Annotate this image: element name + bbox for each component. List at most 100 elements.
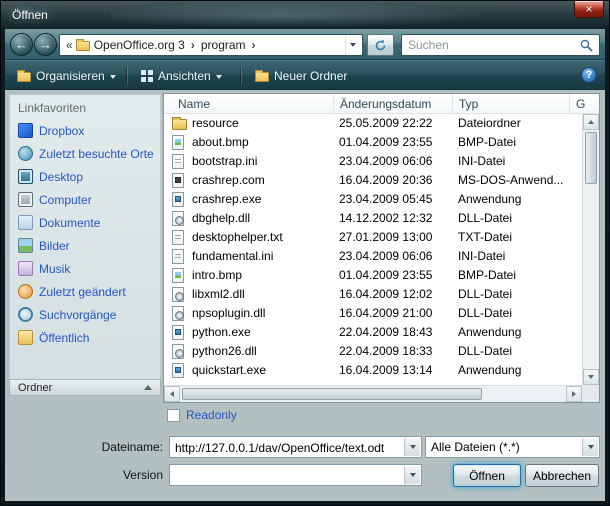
sidebar-item-searches[interactable]: Suchvorgänge bbox=[10, 303, 160, 326]
sidebar-item-changed[interactable]: Zuletzt geändert bbox=[10, 280, 160, 303]
views-grid-icon bbox=[141, 70, 153, 82]
back-button[interactable]: ← bbox=[10, 33, 33, 56]
triangle-down-icon bbox=[588, 375, 594, 379]
search-box[interactable] bbox=[401, 34, 600, 56]
version-dropdown-button[interactable] bbox=[404, 466, 420, 484]
file-row[interactable]: quickstart.exe 16.04.2009 13:14 Anwendun… bbox=[164, 361, 582, 380]
sidebar-item-public[interactable]: Öffentlich bbox=[10, 326, 160, 349]
breadcrumb-separator-icon[interactable]: › bbox=[189, 38, 197, 52]
sidebar-item-desktop[interactable]: Desktop bbox=[10, 165, 160, 188]
vertical-scroll-thumb[interactable] bbox=[585, 132, 597, 184]
sidebar-item-label: Musik bbox=[39, 262, 70, 276]
file-row[interactable]: libxml2.dll 16.04.2009 12:02 DLL-Datei bbox=[164, 285, 582, 304]
sidebar-item-music[interactable]: Musik bbox=[10, 257, 160, 280]
sidebar-item-pictures[interactable]: Bilder bbox=[10, 234, 160, 257]
vertical-scrollbar[interactable] bbox=[582, 114, 599, 385]
scroll-left-button[interactable] bbox=[164, 386, 180, 402]
views-button[interactable]: Ansichten bbox=[133, 65, 230, 87]
sidebar: Linkfavoriten Dropbox Zuletzt besuchte O… bbox=[9, 94, 161, 396]
organize-button[interactable]: Organisieren bbox=[9, 65, 124, 87]
version-select[interactable] bbox=[169, 464, 422, 486]
file-date: 16.04.2009 13:14 bbox=[339, 363, 432, 377]
organize-folder-icon bbox=[17, 72, 31, 82]
filename-input[interactable] bbox=[175, 440, 403, 455]
file-row[interactable]: python26.dll 22.04.2009 18:33 DLL-Datei bbox=[164, 342, 582, 361]
file-row[interactable]: about.bmp 01.04.2009 23:55 BMP-Datei bbox=[164, 133, 582, 152]
forward-button[interactable]: → bbox=[34, 33, 57, 56]
toolbar: Organisieren Ansichten Neuer Ordner ? bbox=[5, 60, 605, 90]
file-row[interactable]: dbghelp.dll 14.12.2002 12:32 DLL-Datei bbox=[164, 209, 582, 228]
file-list-rows: resource 25.05.2009 22:22 Dateiordner ab… bbox=[164, 114, 582, 380]
breadcrumb-overflow-chevron[interactable]: « bbox=[62, 38, 76, 52]
open-button[interactable]: Öffnen bbox=[453, 464, 521, 487]
search-input[interactable] bbox=[408, 38, 580, 52]
file-row[interactable]: desktophelper.txt 27.01.2009 13:00 TXT-D… bbox=[164, 228, 582, 247]
column-header-type[interactable]: Typ bbox=[453, 94, 570, 114]
scroll-right-button[interactable] bbox=[566, 386, 582, 402]
file-icon bbox=[172, 268, 184, 283]
file-name: crashrep.com bbox=[192, 173, 265, 187]
readonly-label[interactable]: Readonly bbox=[186, 408, 237, 422]
file-type: DLL-Datei bbox=[458, 211, 512, 225]
file-row[interactable]: fundamental.ini 23.04.2009 06:06 INI-Dat… bbox=[164, 247, 582, 266]
filetype-value: Alle Dateien (*.*) bbox=[431, 440, 581, 454]
new-folder-label: Neuer Ordner bbox=[274, 69, 347, 83]
filename-dropdown-button[interactable] bbox=[404, 438, 420, 456]
file-name: python.exe bbox=[192, 325, 251, 339]
file-row[interactable]: resource 25.05.2009 22:22 Dateiordner bbox=[164, 114, 582, 133]
file-row[interactable]: intro.bmp 01.04.2009 23:55 BMP-Datei bbox=[164, 266, 582, 285]
file-row[interactable]: bootstrap.ini 23.04.2009 06:06 INI-Datei bbox=[164, 152, 582, 171]
filename-combobox[interactable] bbox=[169, 436, 422, 458]
file-icon bbox=[172, 135, 184, 150]
cancel-button[interactable]: Abbrechen bbox=[525, 464, 599, 487]
file-type: DLL-Datei bbox=[458, 344, 512, 358]
sidebar-item-recent[interactable]: Zuletzt besuchte Orte bbox=[10, 142, 160, 165]
file-icon bbox=[172, 192, 184, 207]
sidebar-item-documents[interactable]: Dokumente bbox=[10, 211, 160, 234]
help-button[interactable]: ? bbox=[581, 67, 597, 83]
file-date: 23.04.2009 05:45 bbox=[339, 192, 432, 206]
search-icon bbox=[580, 39, 593, 52]
breadcrumb-item-program[interactable]: program bbox=[197, 38, 250, 52]
horizontal-scrollbar[interactable] bbox=[164, 385, 582, 402]
sidebar-item-label: Computer bbox=[39, 193, 92, 207]
views-label: Ansichten bbox=[158, 69, 211, 83]
file-date: 16.04.2009 12:02 bbox=[339, 287, 432, 301]
file-row[interactable]: crashrep.com 16.04.2009 20:36 MS-DOS-Anw… bbox=[164, 171, 582, 190]
file-type: INI-Datei bbox=[458, 154, 505, 168]
sidebar-item-label: Bilder bbox=[39, 239, 70, 253]
sidebar-item-icon bbox=[18, 169, 33, 184]
breadcrumb[interactable]: « OpenOffice.org 3 › program › bbox=[59, 34, 363, 56]
sidebar-item-computer[interactable]: Computer bbox=[10, 188, 160, 211]
scroll-up-button[interactable] bbox=[583, 114, 599, 130]
filetype-dropdown-button[interactable] bbox=[582, 438, 598, 456]
folders-bar[interactable]: Ordner bbox=[9, 379, 161, 396]
folder-icon bbox=[76, 41, 90, 51]
navigation-bar: ← → « OpenOffice.org 3 › program › bbox=[5, 29, 605, 60]
file-row[interactable]: python.exe 22.04.2009 18:43 Anwendung bbox=[164, 323, 582, 342]
scroll-down-button[interactable] bbox=[583, 369, 599, 385]
breadcrumb-separator-icon[interactable]: › bbox=[250, 38, 258, 52]
file-icon bbox=[172, 173, 184, 188]
file-name: about.bmp bbox=[192, 135, 249, 149]
toolbar-separator bbox=[241, 66, 242, 85]
column-header-date[interactable]: Änderungsdatum bbox=[334, 94, 453, 114]
file-name: fundamental.ini bbox=[192, 249, 273, 263]
refresh-button[interactable] bbox=[367, 34, 394, 56]
readonly-checkbox[interactable] bbox=[167, 409, 180, 422]
new-folder-icon bbox=[255, 72, 269, 82]
new-folder-button[interactable]: Neuer Ordner bbox=[247, 65, 355, 87]
folders-label: Ordner bbox=[18, 382, 52, 394]
file-row[interactable]: npsoplugin.dll 16.04.2009 21:00 DLL-Date… bbox=[164, 304, 582, 323]
close-button[interactable]: × bbox=[574, 1, 604, 18]
filetype-select[interactable]: Alle Dateien (*.*) bbox=[425, 436, 600, 458]
column-header-size[interactable]: G bbox=[570, 94, 599, 114]
breadcrumb-item-openoffice[interactable]: OpenOffice.org 3 bbox=[90, 38, 189, 52]
breadcrumb-dropdown-arrow[interactable] bbox=[345, 35, 360, 55]
sidebar-item-dropbox[interactable]: Dropbox bbox=[10, 119, 160, 142]
file-date: 16.04.2009 21:00 bbox=[339, 306, 432, 320]
file-row[interactable]: crashrep.exe 23.04.2009 05:45 Anwendung bbox=[164, 190, 582, 209]
file-type: INI-Datei bbox=[458, 249, 505, 263]
column-header-name[interactable]: Name bbox=[164, 94, 334, 114]
horizontal-scroll-thumb[interactable] bbox=[182, 388, 482, 400]
